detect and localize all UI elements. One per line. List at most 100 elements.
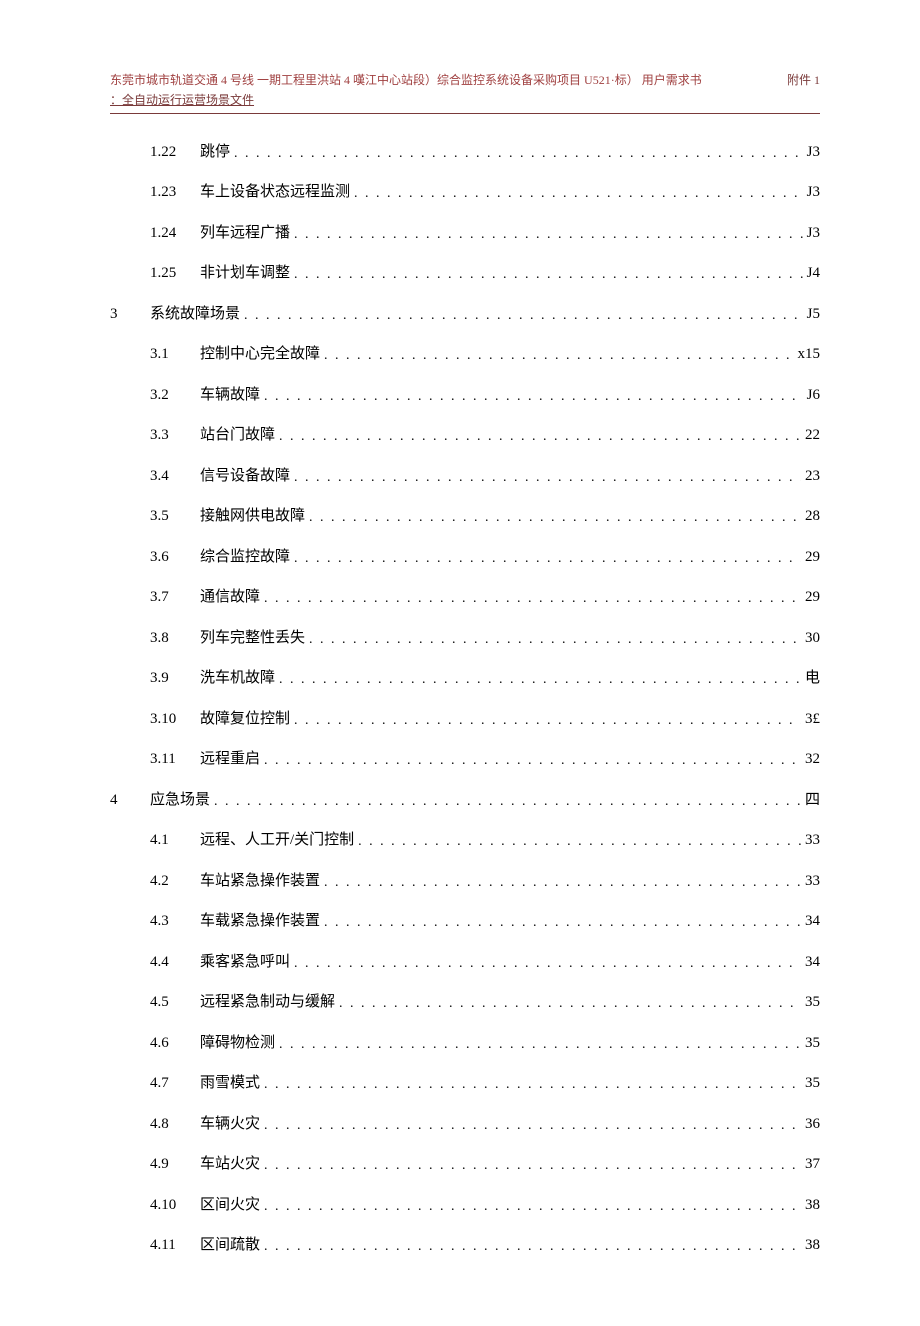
toc-row: 1.25非计划车调整 J4 [110,253,820,294]
toc-row: 1.24列车远程广播J3 [110,213,820,254]
toc-leader-dots [290,224,803,245]
toc-leader-dots [290,467,801,488]
toc-page-number: 33 [801,870,820,893]
toc-subsection-number: 1.23 [150,181,200,204]
toc-page-number: 35 [801,1032,820,1055]
header-annex-label: 附件 1 [787,70,820,90]
toc-subsection-title: 非计划车调整 [200,262,290,285]
toc-leader-dots [210,791,801,812]
toc-leader-dots [260,1236,801,1257]
toc-subsection-number: 3.7 [150,586,200,609]
toc-subsection-number: 1.25 [150,262,200,285]
toc-page-number: J6 [803,384,820,407]
toc-subsection-number: 3.3 [150,424,200,447]
toc-page-number: J3 [803,181,820,204]
toc-row: 4应急场景四 [150,780,820,821]
toc-row: 3.4信号设备故障23 [110,456,820,497]
toc-page-number: 22 [801,424,820,447]
toc-subsection-title: 远程重启 [200,748,260,771]
toc-leader-dots [260,1155,801,1176]
toc-subsection-title: 接触网供电故障 [200,505,305,528]
toc-subsection-number: 3.10 [150,708,200,731]
toc-page-number: J4 [803,262,820,285]
toc-subsection-title: 车辆火灾 [200,1113,260,1136]
toc-leader-dots [290,548,801,569]
toc-leader-dots [260,386,803,407]
toc-leader-dots [290,710,801,731]
toc-subsection-number: 3.4 [150,465,200,488]
toc-subsection-number: 4.6 [150,1032,200,1055]
toc-subsection-number: 4.11 [150,1234,200,1257]
toc-page-number: 38 [801,1234,820,1257]
toc-row: 4.3车载紧急操作装置34 [110,901,820,942]
toc-subsection-title: 车辆故障 [200,384,260,407]
toc-leader-dots [290,953,801,974]
toc-subsection-number: 3.2 [150,384,200,407]
toc-subsection-title: 通信故障 [200,586,260,609]
toc-leader-dots [275,426,801,447]
toc-subsection-title: 控制中心完全故障 [200,343,320,366]
header-text-c: 一期工程里洪站 4 嘆江中心站段）综合监控系统设备采购项目 U521·标） [257,73,639,87]
toc-leader-dots [320,872,801,893]
toc-row: 4.7雨雪模式35 [110,1063,820,1104]
header-text-a: 东莞市城市轨道交通 4 [110,73,227,87]
toc-page-number: 32 [801,748,820,771]
toc-subsection-number: 4.1 [150,829,200,852]
toc-subsection-title: 车上设备状态远程监测 [200,181,350,204]
toc-row: 4.5远程紧急制动与缓解35 [110,982,820,1023]
toc-page-number: 30 [801,627,820,650]
toc-row: 3.2车辆故障 J6 [110,375,820,416]
toc-subsection-title: 站台门故障 [200,424,275,447]
toc-leader-dots [260,1196,801,1217]
toc-subsection-title: 洗车机故障 [200,667,275,690]
toc-subsection-number: 4.8 [150,1113,200,1136]
toc-page-number: 34 [801,910,820,933]
toc-row: 1.23车上设备状态远程监测 J3 [110,172,820,213]
toc-page-number: 电 [801,667,820,690]
toc-leader-dots [305,507,801,528]
header-subtitle: ：全自动运行运营场景文件 [110,93,254,107]
toc-page-number: 37 [801,1153,820,1176]
toc-page-number: J5 [803,303,820,326]
header-text-b: 号线 [230,73,254,87]
toc-leader-dots [260,750,801,771]
toc-subsection-title: 列车完整性丢失 [200,627,305,650]
toc-leader-dots [350,183,803,204]
toc-row: 3.3站台门故障 22 [110,415,820,456]
toc-subsection-title: 乘客紧急呼叫 [200,951,290,974]
toc-subsection-number: 4.7 [150,1072,200,1095]
toc-section-number: 4 [110,789,150,812]
toc-subsection-title: 区间火灾 [200,1194,260,1217]
toc-subsection-title: 雨雪模式 [200,1072,260,1095]
toc-row: 3系统故障场景J5 [150,294,820,335]
document-page: 附件 1 东莞市城市轨道交通 4 号线 一期工程里洪站 4 嘆江中心站段）综合监… [0,0,920,1326]
toc-page-number: 29 [801,586,820,609]
toc-row: 4.6障碍物检测 35 [110,1023,820,1064]
toc-page-number: 38 [801,1194,820,1217]
toc-subsection-number: 4.2 [150,870,200,893]
toc-leader-dots [240,305,803,326]
toc-leader-dots [260,1115,801,1136]
toc-subsection-title: 区间疏散 [200,1234,260,1257]
toc-leader-dots [275,669,801,690]
toc-row: 3.10故障复位控制3£ [110,699,820,740]
toc-row: 4.8车辆火灾 36 [110,1104,820,1145]
toc-page-number: 3£ [801,708,820,731]
toc-subsection-number: 1.22 [150,141,200,164]
toc-section-title: 应急场景 [150,789,210,812]
toc-page-number: 36 [801,1113,820,1136]
toc-page-number: 29 [801,546,820,569]
toc-subsection-number: 4.10 [150,1194,200,1217]
header-text-d: 用户需求书 [642,73,702,87]
toc-row: 3.9洗车机故障电 [110,658,820,699]
toc-subsection-number: 3.8 [150,627,200,650]
toc-leader-dots [290,264,803,285]
toc-subsection-title: 障碍物检测 [200,1032,275,1055]
toc-subsection-number: 3.5 [150,505,200,528]
toc-subsection-number: 1.24 [150,222,200,245]
toc-subsection-title: 车站火灾 [200,1153,260,1176]
toc-subsection-number: 4.4 [150,951,200,974]
toc-page-number: 23 [801,465,820,488]
toc-leader-dots [320,345,793,366]
toc-subsection-title: 远程紧急制动与缓解 [200,991,335,1014]
